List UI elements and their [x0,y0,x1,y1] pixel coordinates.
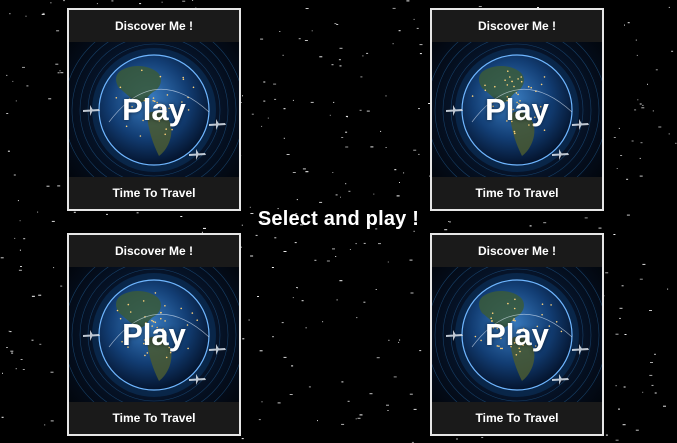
card-title: Discover Me ! [69,10,239,42]
game-card-top-left[interactable]: Discover Me ! Play Time To Travel [67,8,241,211]
card-title: Discover Me ! [432,10,602,42]
game-card-bottom-right[interactable]: Discover Me ! Play Time To Travel [430,233,604,436]
card-subtitle: Time To Travel [69,177,239,209]
play-button[interactable]: Play [432,317,602,353]
game-card-top-right[interactable]: Discover Me ! Play Time To Travel [430,8,604,211]
game-card-bottom-left[interactable]: Discover Me ! Play Time To Travel [67,233,241,436]
card-title: Discover Me ! [432,235,602,267]
play-button[interactable]: Play [69,92,239,128]
card-subtitle: Time To Travel [432,177,602,209]
card-title: Discover Me ! [69,235,239,267]
play-button[interactable]: Play [69,317,239,353]
card-subtitle: Time To Travel [69,402,239,434]
card-subtitle: Time To Travel [432,402,602,434]
play-button[interactable]: Play [432,92,602,128]
select-and-play-caption: Select and play ! [0,208,677,231]
